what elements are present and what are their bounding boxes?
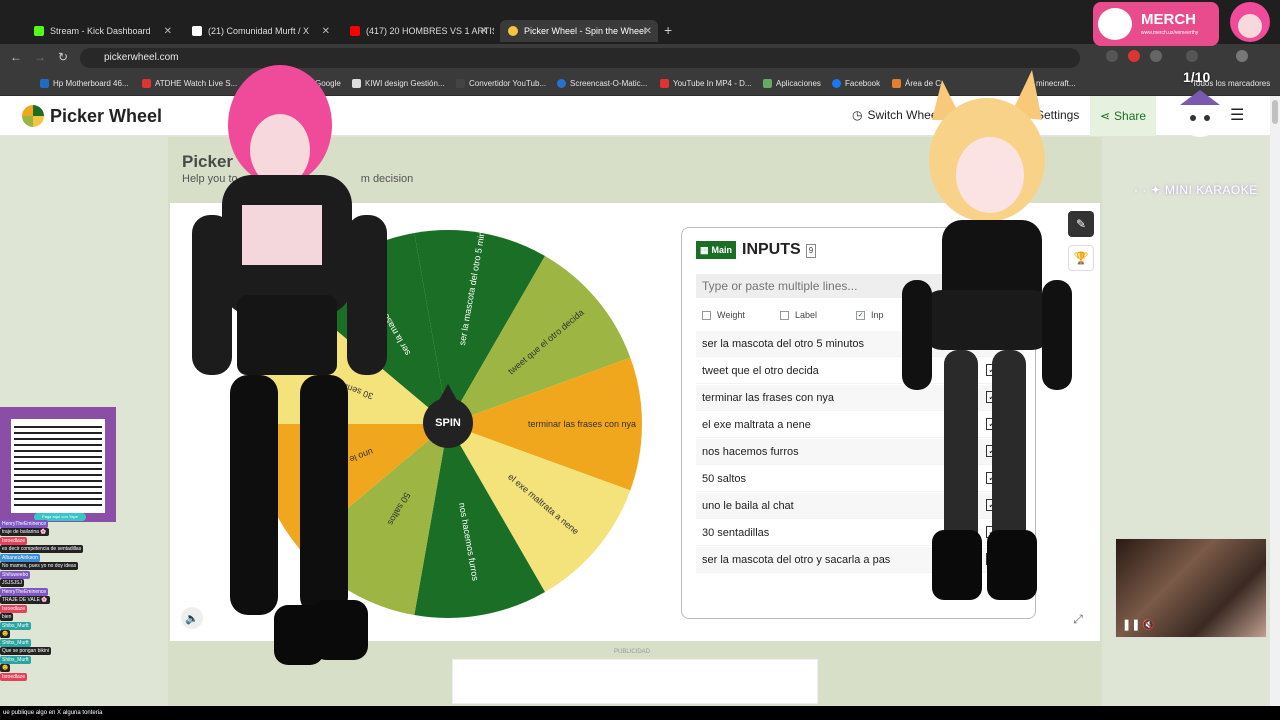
bookmark-icon — [456, 79, 465, 88]
kick-icon — [34, 26, 44, 36]
bookmark[interactable]: Convertidor YouTub... — [456, 79, 546, 88]
yape-qr-panel: Paga aquí con Yape — [0, 407, 116, 522]
chat-message: Shifuweebo JSJSJSJ — [0, 571, 31, 587]
extensions-icon[interactable] — [1150, 50, 1162, 62]
tab-picker-wheel[interactable]: Picker Wheel - Spin the Wheel ✕ — [500, 20, 658, 42]
bookmark[interactable]: Facebook — [832, 79, 880, 88]
video-overlay: ❚❚ 🔇 — [1115, 538, 1267, 638]
chat-message: HenryTheEminence traje de bailarina 🌸 — [0, 520, 49, 536]
input-option[interactable]: ✓ Inp — [856, 310, 884, 320]
merch-logo — [1098, 8, 1132, 40]
back-icon[interactable]: ← — [10, 50, 22, 64]
chat-message: Shibs_Murft Que se pongan bikini — [0, 639, 51, 655]
profile-icon[interactable] — [1236, 50, 1248, 62]
picker-wheel-icon — [508, 26, 518, 36]
menu-icon[interactable]: ☰ — [1230, 105, 1244, 125]
tab-x-comunidad[interactable]: (21) Comunidad Murft / X ✕ — [184, 20, 336, 42]
youtube-icon — [350, 26, 360, 36]
bookmark-icon — [142, 79, 151, 88]
tab-kick-dashboard[interactable]: Stream - Kick Dashboard ✕ — [26, 20, 178, 42]
entry-count-badge: 9 — [806, 244, 816, 258]
share-button[interactable]: ⋖ Share — [1090, 96, 1156, 136]
chat-message: Isroedlaze bien — [0, 605, 28, 621]
youtube-icon — [660, 79, 669, 88]
chat-message: Shibs_Murft 😊 — [0, 622, 31, 638]
weight-option[interactable]: Weight — [702, 310, 745, 320]
pause-icon[interactable]: ❚❚ — [1122, 618, 1140, 631]
new-tab-button[interactable]: + — [664, 22, 672, 38]
x-icon — [192, 26, 202, 36]
reload-icon[interactable]: ↻ — [58, 50, 68, 64]
share-icon: ⋖ — [1099, 109, 1111, 123]
tab-youtube[interactable]: (417) 20 HOMBRES VS 1 ARTIS ✕ — [342, 20, 494, 42]
wheel-logo-icon — [22, 105, 44, 127]
download-icon[interactable] — [1186, 50, 1198, 62]
chat-message: Shibs_Murft 😊 — [0, 656, 31, 672]
chat-overlay: HenryTheEminence traje de bailarina 🌸 Isr… — [0, 520, 120, 682]
bookmark[interactable]: Hp Motherboard 46... — [40, 79, 129, 88]
switch-icon: ◷ — [852, 108, 863, 122]
qr-code — [11, 419, 105, 513]
wheel-segment-label: terminar las frases con nya — [528, 419, 636, 429]
bookmark-icon — [40, 79, 49, 88]
mini-karaoke-label: · · ✦ MINI KARAOKE — [1134, 183, 1258, 197]
inputs-title: INPUTS — [742, 241, 801, 258]
vtuber-avatar-right — [902, 70, 1072, 600]
chat-ticker: ue publique algo en X alguna tonteria — [0, 706, 1280, 720]
kuromi-sticker — [1180, 90, 1220, 137]
close-icon[interactable]: ✕ — [644, 26, 652, 37]
extension-icon[interactable] — [1106, 50, 1118, 62]
browser-tab-bar: Stream - Kick Dashboard ✕ (21) Comunidad… — [0, 0, 1280, 44]
fullscreen-icon[interactable]: ⤢ — [1067, 608, 1089, 630]
spin-button[interactable]: SPIN — [423, 398, 473, 448]
chat-message: HenryTheEminence TRAJE DE VALE 🌸 — [0, 588, 50, 604]
forward-icon[interactable]: → — [34, 50, 46, 64]
chat-message: Isroedlaze es decir competencia de sentad… — [0, 537, 84, 553]
facebook-icon — [832, 79, 841, 88]
mute-icon[interactable]: 🔇 — [1142, 620, 1154, 631]
extension-icon[interactable] — [1128, 50, 1140, 62]
close-icon[interactable]: ✕ — [480, 26, 488, 37]
streamer-avatar-top — [1230, 2, 1270, 42]
page-scrollbar[interactable] — [1270, 96, 1280, 706]
close-icon[interactable]: ✕ — [322, 26, 330, 37]
bookmark-icon — [557, 79, 566, 88]
ad-label: PUBLICIDAD — [614, 649, 651, 655]
bookmark[interactable]: Aplicaciones — [763, 79, 821, 88]
merch-banner: MERCH www.merch.us/vemeerthy — [1093, 2, 1219, 46]
bookmark[interactable]: YouTube In MP4 - D... — [660, 79, 752, 88]
ad-box[interactable] — [452, 659, 818, 704]
checkbox[interactable] — [780, 310, 789, 320]
label-option[interactable]: Label — [780, 310, 817, 320]
main-tab[interactable]: ▦ Main — [696, 241, 737, 259]
pager-indicator: 1/10 — [1183, 69, 1211, 85]
site-logo[interactable]: Picker Wheel — [22, 105, 162, 127]
vtuber-avatar-left — [192, 65, 387, 665]
checkbox[interactable]: ✓ — [856, 310, 865, 320]
bookmark[interactable]: Screencast-O-Matic... — [557, 79, 647, 88]
grid-icon: ▦ — [700, 244, 709, 255]
apps-icon — [763, 79, 772, 88]
close-icon[interactable]: ✕ — [164, 26, 172, 37]
chat-message: AlbanezAirikson No mames, pues yo no doy … — [0, 554, 79, 570]
scrollbar-thumb[interactable] — [1272, 100, 1278, 124]
chat-message: Isroedlaze — [0, 673, 28, 681]
screen: Stream - Kick Dashboard ✕ (21) Comunidad… — [0, 0, 1280, 720]
checkbox[interactable] — [702, 310, 711, 320]
